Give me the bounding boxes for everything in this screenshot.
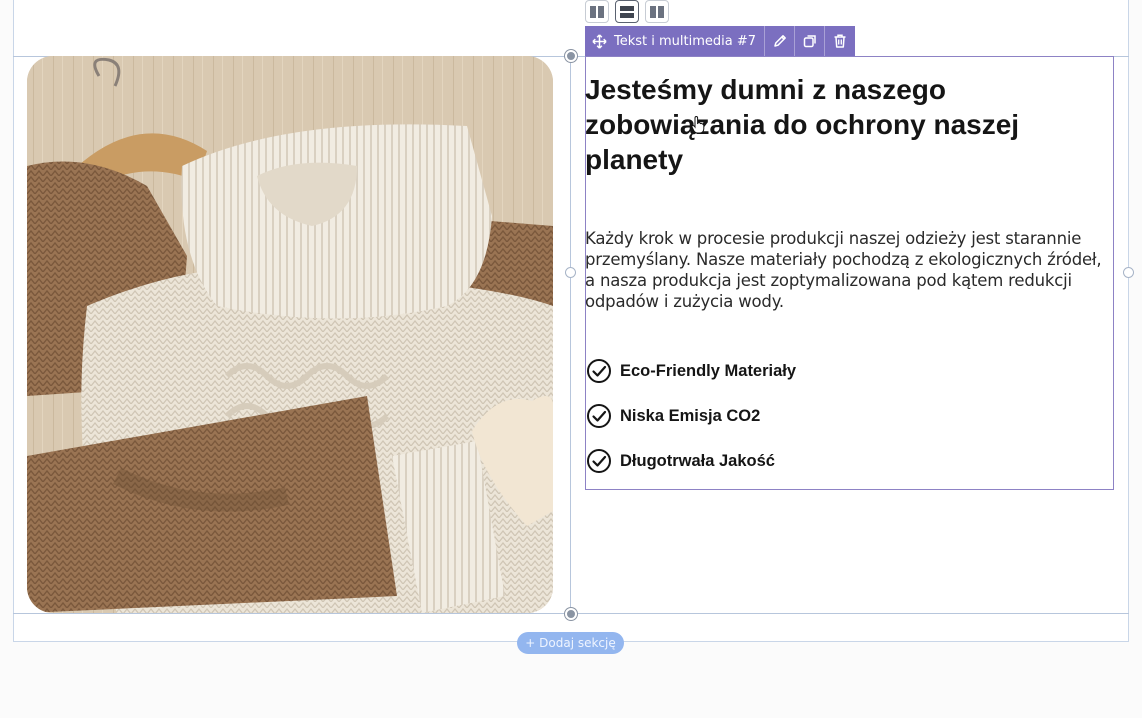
block-name-label: Tekst i multimedia #7 [614, 33, 757, 49]
resize-handle-top[interactable] [565, 50, 577, 62]
block-toolbar: Tekst i multimedia #7 [585, 26, 856, 56]
feature-item: Niska Emisja CO2 [586, 403, 760, 429]
resize-handle-bottom[interactable] [565, 608, 577, 620]
hand-cursor-icon [691, 116, 705, 134]
columns-icon [650, 5, 664, 18]
column-divider[interactable] [570, 56, 571, 614]
block-drag-handle[interactable]: Tekst i multimedia #7 [585, 26, 766, 56]
feature-label: Niska Emisja CO2 [620, 406, 761, 425]
edit-block-button[interactable] [765, 26, 796, 56]
check-circle-icon [587, 404, 611, 428]
layout-two-columns-button[interactable] [585, 0, 609, 23]
check-circle-icon [587, 449, 611, 473]
pencil-icon [773, 35, 786, 47]
resize-handle-left[interactable] [565, 267, 576, 278]
add-section-button[interactable]: + Dodaj sekcję [517, 632, 624, 654]
section-paragraph: Każdy krok w procesie produkcji naszej o… [585, 229, 1102, 311]
layout-stacked-button[interactable] [615, 0, 639, 23]
check-circle-icon [587, 359, 611, 383]
trash-icon [834, 34, 846, 48]
delete-block-button[interactable] [825, 26, 855, 56]
feature-item: Długotrwała Jakość [586, 448, 775, 474]
resize-handle-right[interactable] [1123, 267, 1134, 278]
feature-label: Długotrwała Jakość [620, 451, 775, 470]
section-heading: Jesteśmy dumni z naszego zobowiązania do… [585, 74, 1020, 175]
sweaters-photo [27, 56, 553, 613]
move-icon [592, 33, 607, 49]
duplicate-icon [803, 35, 816, 48]
duplicate-block-button[interactable] [795, 26, 826, 56]
feature-item: Eco-Friendly Materiały [586, 358, 796, 384]
columns-icon [590, 5, 604, 18]
feature-label: Eco-Friendly Materiały [620, 361, 797, 380]
layout-switcher [585, 0, 669, 23]
product-image[interactable] [27, 56, 553, 613]
layout-two-columns-alt-button[interactable] [645, 0, 669, 23]
rows-icon [620, 5, 634, 18]
